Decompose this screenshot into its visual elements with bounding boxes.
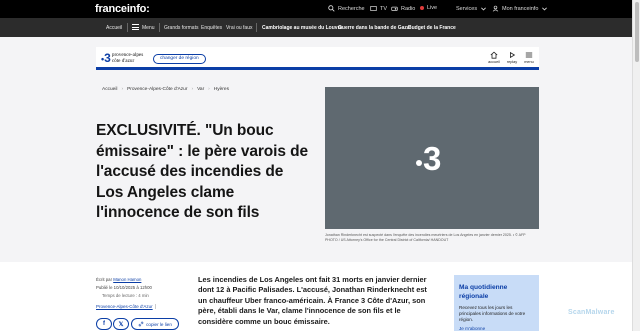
newsletter-text: Recevez tous les jours les principales i… (459, 305, 526, 322)
radio-icon (391, 6, 398, 11)
replay-icon (510, 51, 516, 59)
author-prefix: Écrit par (96, 277, 112, 282)
article-meta: Écrit par Manon Hamon Publié le 10/10/20… (96, 276, 152, 300)
search-button[interactable]: Recherche (328, 5, 365, 12)
region-tag-link[interactable]: Provence-Alpes-Côte d'Azur (96, 304, 156, 309)
nav-item-enquetes[interactable]: Enquêtes (201, 25, 222, 31)
breadcrumb-item[interactable]: Hyères (214, 87, 229, 92)
region-name: provence-alpes côte d'azur (111, 52, 144, 64)
copy-link-button[interactable]: copier le lien (131, 318, 179, 330)
hamburger-icon (525, 52, 533, 58)
account-menu[interactable]: Mon franceinfo (492, 5, 548, 12)
home-label: accueil (488, 60, 500, 64)
nav-trending-budget[interactable]: Budget de la France (408, 25, 456, 31)
article-hero-image: 3 (325, 87, 539, 229)
chevron-down-icon (542, 7, 548, 11)
home-button[interactable]: accueil (486, 51, 502, 64)
nav-trending-gaza[interactable]: Guerre dans la bande de Gaza (338, 25, 410, 31)
nav-divider (127, 23, 128, 32)
x-icon: 𝕏 (118, 321, 124, 328)
breadcrumb-separator: › (191, 87, 194, 92)
live-dot-icon (420, 6, 424, 10)
tv-label: TV (380, 5, 388, 12)
nav-bar: Accueil Menu Grands formats Enquêtes Vra… (0, 18, 632, 37)
published-date: Publié le 10/10/2025 à 12h00 (96, 285, 152, 290)
change-region-button[interactable]: changer de région (153, 54, 206, 64)
newsletter-title: Ma quotidienne régionale (459, 284, 508, 300)
franceinfo-logo[interactable]: franceinfo: (95, 3, 150, 15)
newsletter-box: Ma quotidienne régionale Recevez tous le… (454, 275, 539, 331)
link-icon (138, 321, 144, 327)
reading-time: Temps de lecture : 4 min (102, 293, 149, 298)
share-facebook-button[interactable]: f (96, 318, 112, 330)
nav-trending-louvre[interactable]: Cambriolage au musée du Louvre (262, 25, 342, 31)
facebook-icon: f (103, 321, 105, 327)
top-bar: franceinfo: Recherche TV Radio Live Serv… (0, 0, 632, 18)
services-label: Services (456, 5, 478, 12)
nav-menu[interactable]: Menu (142, 25, 155, 31)
services-menu[interactable]: Services (456, 5, 487, 12)
account-label: Mon franceinfo (502, 5, 539, 12)
breadcrumb: Accueil › Provence-Alpes-Côte d'Azur › V… (102, 87, 229, 92)
tv-icon (370, 6, 377, 11)
nav-home[interactable]: Accueil (106, 25, 122, 31)
region-menu-button[interactable]: menu (521, 51, 537, 64)
menu-label: menu (524, 60, 534, 64)
share-x-button[interactable]: 𝕏 (113, 318, 129, 330)
scrollbar-thumb[interactable] (635, 2, 639, 62)
search-label: Recherche (338, 5, 365, 12)
nav-item-grands-formats[interactable]: Grands formats (164, 25, 198, 31)
radio-label: Radio (401, 5, 416, 12)
nav-divider (256, 23, 257, 32)
france3-logo-image: 3 (416, 142, 441, 175)
breadcrumb-separator: › (121, 87, 124, 92)
search-icon (328, 5, 335, 12)
copy-link-label: copier le lien (146, 321, 172, 327)
replay-label: replay (506, 60, 518, 64)
nav-divider (159, 23, 160, 32)
nav-item-vrai-ou-faux[interactable]: Vrai ou faux (226, 25, 253, 31)
tv-button[interactable]: TV (370, 5, 387, 12)
live-button[interactable]: Live (420, 5, 437, 11)
radio-button[interactable]: Radio (391, 5, 415, 12)
breadcrumb-item[interactable]: Var (197, 87, 204, 92)
user-icon (492, 5, 499, 12)
breadcrumb-item[interactable]: Accueil (102, 87, 117, 92)
chevron-down-icon (481, 7, 486, 11)
article-lead: Les incendies de Los Angeles ont fait 31… (198, 275, 427, 326)
menu-icon[interactable] (132, 24, 139, 30)
scrollbar[interactable] (632, 0, 640, 331)
page: franceinfo: Recherche TV Radio Live Serv… (0, 0, 632, 331)
region-header: •3 provence-alpes côte d'azur changer de… (96, 47, 539, 70)
breadcrumb-item[interactable]: Provence-Alpes-Côte d'Azur (127, 87, 187, 92)
article-headline: EXCLUSIVITÉ. "Un bouc émissaire" : le pè… (96, 122, 308, 221)
author-link[interactable]: Manon Hamon (113, 277, 141, 282)
home-icon (490, 51, 498, 59)
watermark-logo: ScanMalware (568, 309, 615, 316)
france3-region-logo[interactable]: •3 provence-alpes côte d'azur (101, 52, 143, 65)
live-label: Live (427, 5, 438, 11)
replay-button[interactable]: replay (504, 51, 520, 64)
image-caption: Jonathan Rinderknecht est suspecté dans … (325, 233, 526, 242)
france3-number: •3 (101, 51, 111, 65)
newsletter-subscribe-link[interactable]: Je m'abonne (459, 326, 534, 331)
breadcrumb-separator: › (208, 87, 210, 92)
